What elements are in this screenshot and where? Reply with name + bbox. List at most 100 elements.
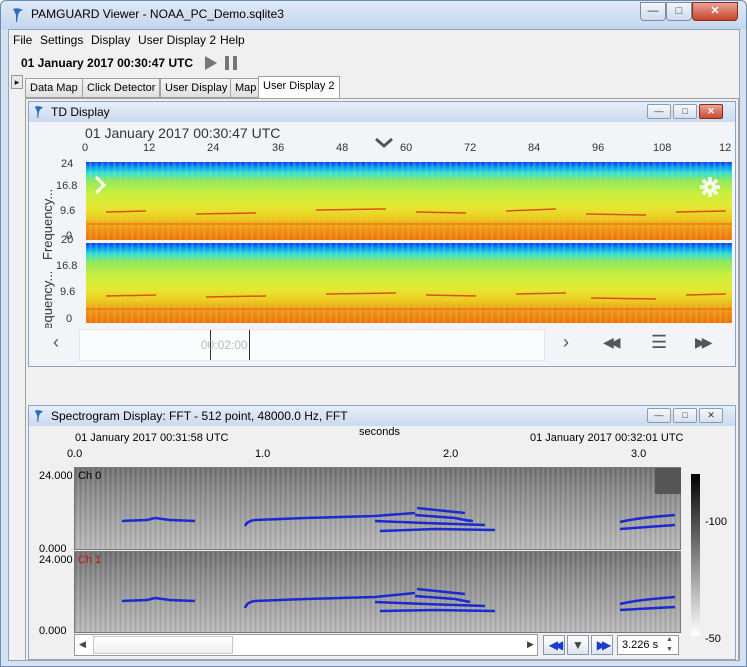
scroll-thumb[interactable]: 00:02:00: [201, 330, 250, 360]
spectrogram-title: Spectrogram Display: FFT - 512 point, 48…: [51, 409, 348, 423]
spec-x-tick: 3.0: [631, 448, 647, 460]
td-maximize-button[interactable]: □: [673, 104, 697, 119]
td-x-tick: 24: [207, 142, 220, 154]
td-y-tick: 9.6: [60, 286, 76, 298]
td-display-title: TD Display: [51, 105, 110, 119]
chevron-left-icon[interactable]: ‹: [53, 332, 59, 353]
menu-user-display-2[interactable]: User Display 2: [138, 33, 216, 47]
spec-end-time: 01 January 2017 00:32:01 UTC: [530, 432, 684, 444]
td-y-tick: 16.8: [56, 260, 78, 272]
spec-close-button[interactable]: ✕: [699, 408, 723, 423]
menu-file[interactable]: File: [13, 33, 32, 47]
td-x-tick: 72: [464, 142, 477, 154]
td-close-button[interactable]: ✕: [699, 104, 723, 119]
td-y-tick: 24: [61, 158, 74, 170]
duration-value: 3.226 s: [622, 639, 659, 651]
pause-icon[interactable]: [225, 56, 229, 70]
colorbar-max: -100: [705, 516, 728, 528]
time-scroller[interactable]: 00:02:00: [79, 329, 545, 361]
spec-start-time: 01 January 2017 00:31:58 UTC: [75, 432, 229, 444]
tab-user-display-2[interactable]: User Display 2: [258, 76, 340, 99]
td-x-tick: 36: [272, 142, 285, 154]
gear-icon[interactable]: [699, 176, 721, 198]
td-x-tick: 84: [528, 142, 541, 154]
spec-x-tick: 0.0: [67, 448, 83, 460]
td-y-tick: 16.8: [56, 180, 78, 192]
spinner-up-icon[interactable]: ▲: [666, 636, 673, 643]
scroll-left-icon[interactable]: ◀: [79, 639, 86, 650]
duration-spinner[interactable]: 3.226 s ▲ ▼: [617, 635, 679, 655]
td-y-tick: 9.6: [60, 205, 76, 217]
rewind-button[interactable]: ◀◀: [543, 635, 565, 655]
colorbar: [691, 474, 700, 636]
td-x-tick: 12: [143, 142, 156, 154]
pamguard-logo-icon: [34, 410, 44, 422]
td-x-tick: 108: [653, 142, 672, 154]
tab-content: TD Display — □ ✕ 01 January 2017 00:30:4…: [25, 98, 739, 661]
title-bar[interactable]: PAMGUARD Viewer - NOAA_PC_Demo.sqlite3 —…: [1, 1, 746, 29]
td-x-axis: 0 12 24 36 48 60 72 84 96 108 12: [29, 142, 735, 158]
fast-forward-icon[interactable]: ▶▶: [695, 334, 712, 351]
ch0-whistle-contours: [121, 506, 676, 533]
scroll-time: 00:02:00: [201, 338, 248, 352]
spec-x-tick: 2.0: [443, 448, 459, 460]
td-y-tick: 20: [61, 234, 74, 246]
td-display-body: 01 January 2017 00:30:47 UTC 0 12 24 36 …: [29, 122, 735, 366]
spectrogram-body: 01 January 2017 00:31:58 UTC seconds 01 …: [29, 426, 735, 659]
tab-user-display[interactable]: User Display: [160, 78, 233, 98]
minimize-button[interactable]: —: [640, 2, 666, 21]
menu-help[interactable]: Help: [220, 33, 245, 47]
td-x-tick: 0: [82, 142, 89, 154]
rewind-icon[interactable]: ◀◀: [603, 334, 620, 351]
menu-icon[interactable]: ☰: [651, 332, 667, 353]
spectrogram-frame: Spectrogram Display: FFT - 512 point, 48…: [28, 405, 736, 660]
fast-forward-button[interactable]: ▶▶: [591, 635, 613, 655]
ch0-spectrogram: Ch 0: [74, 467, 681, 550]
td-x-tick: 60: [400, 142, 413, 154]
app-window: PAMGUARD Viewer - NOAA_PC_Demo.sqlite3 —…: [0, 0, 747, 667]
td-spectrogram-top: [86, 162, 732, 240]
td-spectrogram-bottom: [86, 243, 732, 323]
ch1-spectrogram: Ch 1: [74, 551, 681, 633]
td-spectrogram-top-noise: [86, 208, 732, 225]
maximize-button[interactable]: □: [666, 2, 692, 21]
chevron-right-icon[interactable]: [93, 175, 107, 195]
sidebar-expand-button[interactable]: ▸: [11, 75, 23, 89]
window-title: PAMGUARD Viewer - NOAA_PC_Demo.sqlite3: [31, 7, 284, 21]
spec-x-label: seconds: [359, 426, 400, 438]
pamguard-logo-icon: [34, 106, 44, 118]
spec-scrollbar[interactable]: ◀ ▶: [74, 634, 538, 656]
td-spectrogram-bottom-noise: [86, 292, 732, 310]
td-x-tick: 48: [336, 142, 349, 154]
tab-map[interactable]: Map: [230, 78, 262, 98]
ch0-ymax: 24.000: [39, 470, 73, 482]
pamguard-logo-icon: [13, 8, 23, 22]
chevron-right-nav-icon[interactable]: ›: [563, 332, 569, 353]
td-display-frame: TD Display — □ ✕ 01 January 2017 00:30:4…: [28, 101, 736, 367]
spec-maximize-button[interactable]: □: [673, 408, 697, 423]
menu-settings[interactable]: Settings: [40, 33, 83, 47]
spinner-down-icon[interactable]: ▼: [666, 646, 673, 653]
scroll-right-icon[interactable]: ▶: [527, 639, 534, 650]
play-icon[interactable]: [205, 56, 217, 70]
dropdown-button[interactable]: ▼: [567, 635, 589, 655]
td-nav-bar: ‹ 00:02:00 › ◀◀ ☰ ▶▶: [37, 328, 731, 362]
spec-x-tick: 1.0: [255, 448, 271, 460]
ch1-ymin: 0.000: [39, 625, 67, 637]
menu-bar: File Settings Display User Display 2 Hel…: [9, 30, 739, 50]
spectrogram-titlebar[interactable]: Spectrogram Display: FFT - 512 point, 48…: [29, 406, 735, 426]
spec-scroll-thumb[interactable]: [93, 636, 233, 654]
tab-data-map[interactable]: Data Map: [25, 78, 83, 98]
menu-display[interactable]: Display: [91, 33, 130, 47]
colorbar-min: -50: [705, 633, 721, 645]
close-button[interactable]: ✕: [692, 2, 738, 21]
td-x-tick: 12: [719, 142, 732, 154]
toolbar-datetime: 01 January 2017 00:30:47 UTC: [21, 56, 194, 70]
td-minimize-button[interactable]: —: [647, 104, 671, 119]
td-display-titlebar[interactable]: TD Display — □ ✕: [29, 102, 735, 122]
td-y-label-top: Frequency...: [40, 188, 55, 260]
spec-minimize-button[interactable]: —: [647, 408, 671, 423]
pause-icon-bar: [233, 56, 237, 70]
tab-click-detector[interactable]: Click Detector: [82, 78, 161, 98]
td-y-tick: 0: [66, 313, 73, 325]
